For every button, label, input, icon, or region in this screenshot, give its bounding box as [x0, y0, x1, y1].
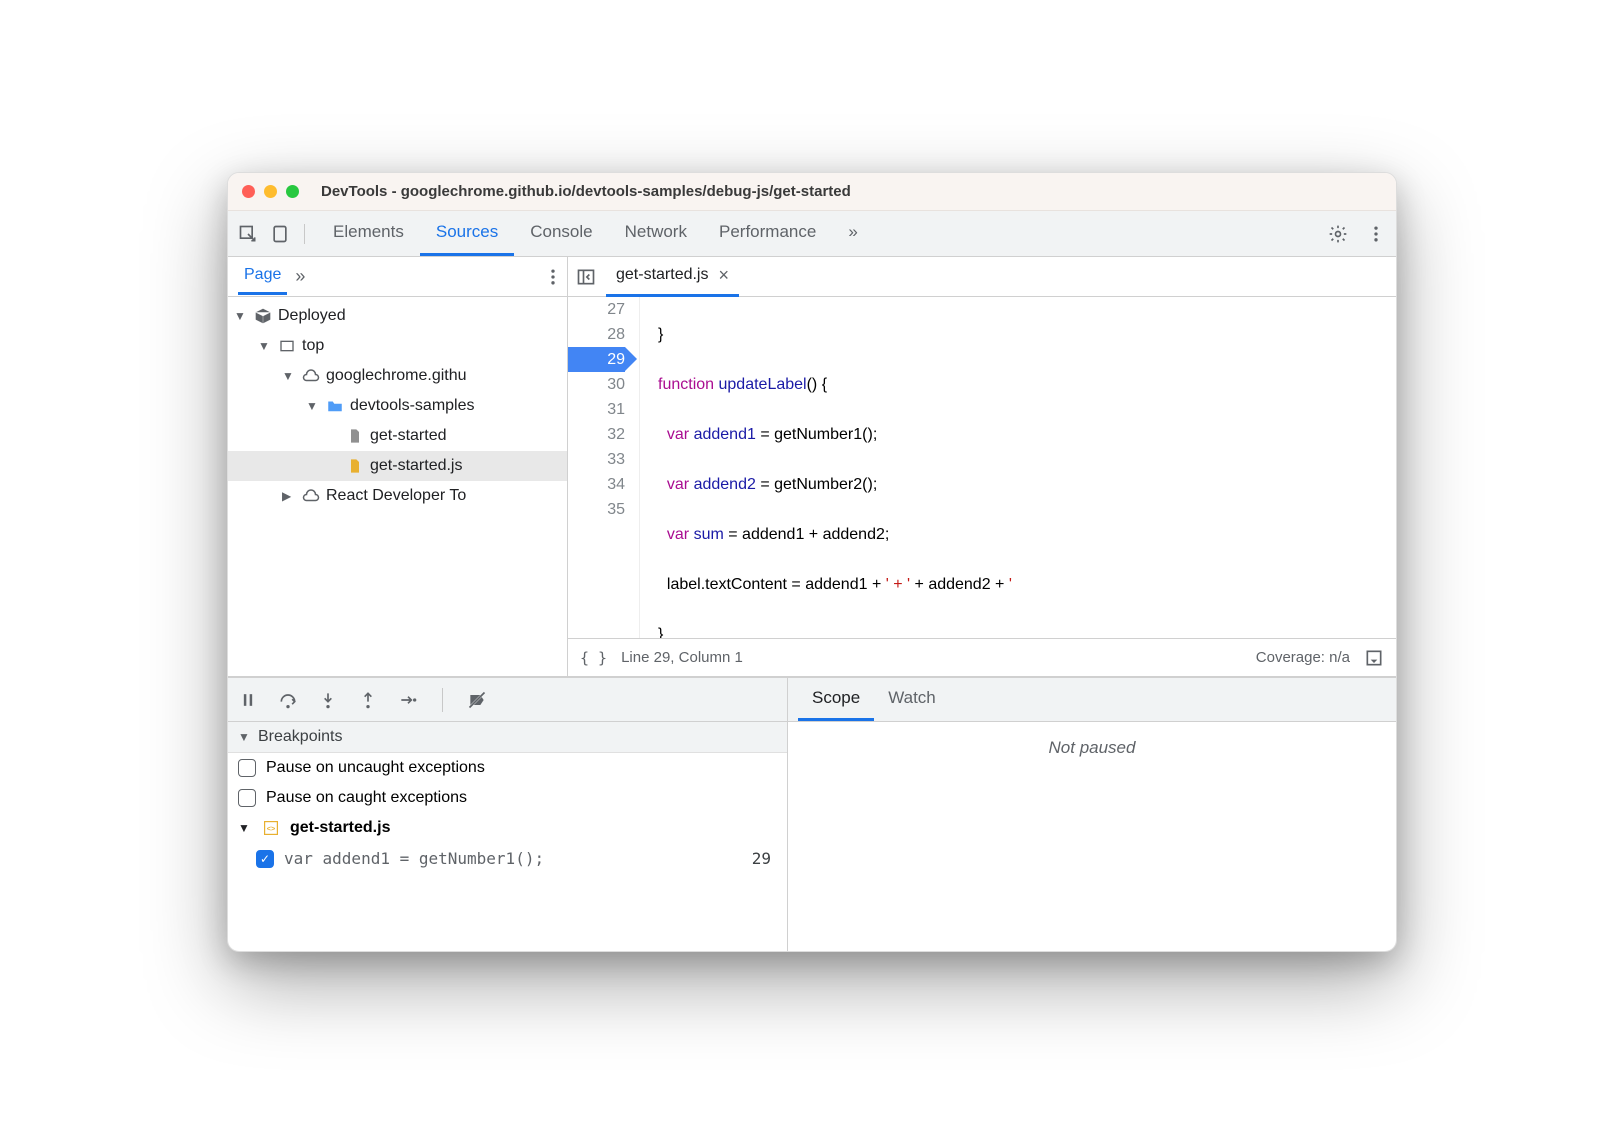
scope-status: Not paused [788, 722, 1396, 951]
step-out-icon[interactable] [358, 690, 378, 710]
navigator-sidebar: Page » ▼Deployed ▼top ▼googlechrome.gith… [228, 257, 568, 676]
inspect-element-icon[interactable] [238, 224, 258, 244]
tab-network[interactable]: Network [609, 211, 703, 256]
folder-icon [326, 397, 344, 415]
execution-line-marker[interactable]: 29 [568, 347, 625, 372]
close-window-button[interactable] [242, 185, 255, 198]
editor-tab-label: get-started.js [616, 266, 708, 284]
tab-console[interactable]: Console [514, 211, 608, 256]
editor-panel: get-started.js × 27 28 29 30 31 32 33 34 [568, 257, 1396, 676]
tree-top[interactable]: ▼top [228, 331, 567, 361]
cursor-position: Line 29, Column 1 [621, 649, 743, 666]
tree-deployed[interactable]: ▼Deployed [228, 301, 567, 331]
step-icon[interactable] [398, 690, 418, 710]
breakpoint-file-row[interactable]: ▼ <> get-started.js [228, 813, 787, 843]
cube-icon [254, 307, 272, 325]
tree-file-html[interactable]: get-started [228, 421, 567, 451]
gear-icon[interactable] [1328, 224, 1348, 244]
file-tree: ▼Deployed ▼top ▼googlechrome.githu ▼devt… [228, 297, 567, 676]
tab-elements[interactable]: Elements [317, 211, 420, 256]
kebab-menu-icon[interactable] [1366, 224, 1386, 244]
device-toolbar-icon[interactable] [270, 224, 290, 244]
breakpoint-entry[interactable]: ✓ var addend1 = getNumber1(); 29 [228, 843, 787, 874]
breakpoint-lineno: 29 [752, 849, 777, 868]
window-title: DevTools - googlechrome.github.io/devtoo… [321, 183, 851, 200]
breakpoint-checkbox[interactable]: ✓ [256, 850, 274, 868]
tree-file-js[interactable]: get-started.js [228, 451, 567, 481]
debugger-panel: ▼Breakpoints Pause on uncaught exception… [228, 677, 1396, 951]
minimize-window-button[interactable] [264, 185, 277, 198]
tree-react-ext[interactable]: ▶React Developer To [228, 481, 567, 511]
navigator-tab-page[interactable]: Page [238, 258, 287, 295]
debugger-controls [228, 678, 787, 722]
breakpoints-header[interactable]: ▼Breakpoints [228, 722, 787, 753]
traffic-lights [242, 185, 299, 198]
tab-performance[interactable]: Performance [703, 211, 832, 256]
script-icon: <> [262, 819, 280, 837]
zoom-window-button[interactable] [286, 185, 299, 198]
main-toolbar: Elements Sources Console Network Perform… [228, 211, 1396, 257]
document-icon [346, 427, 364, 445]
cloud-icon [302, 367, 320, 385]
svg-text:<>: <> [267, 824, 275, 833]
step-into-icon[interactable] [318, 690, 338, 710]
expand-bottom-icon[interactable] [1364, 648, 1384, 668]
cloud-icon [302, 487, 320, 505]
tab-sources[interactable]: Sources [420, 211, 514, 256]
code-editor[interactable]: 27 28 29 30 31 32 33 34 35 } function up… [568, 297, 1396, 638]
tabs-overflow[interactable]: » [832, 211, 873, 256]
devtools-window: DevTools - googlechrome.github.io/devtoo… [227, 172, 1397, 952]
script-icon [346, 457, 364, 475]
tree-origin[interactable]: ▼googlechrome.githu [228, 361, 567, 391]
frame-icon [278, 337, 296, 355]
deactivate-breakpoints-icon[interactable] [467, 690, 487, 710]
titlebar: DevTools - googlechrome.github.io/devtoo… [228, 173, 1396, 211]
pause-resume-icon[interactable] [238, 690, 258, 710]
pretty-print-icon[interactable]: { } [580, 649, 607, 667]
step-over-icon[interactable] [278, 690, 298, 710]
pause-caught-row[interactable]: Pause on caught exceptions [228, 783, 787, 813]
checkbox-uncaught[interactable] [238, 759, 256, 777]
editor-tab[interactable]: get-started.js × [606, 257, 739, 297]
line-gutter[interactable]: 27 28 29 30 31 32 33 34 35 [568, 297, 640, 638]
toggle-navigator-icon[interactable] [576, 267, 596, 287]
close-tab-icon[interactable]: × [718, 265, 729, 286]
navigator-tabs-overflow[interactable]: » [287, 266, 313, 287]
pause-uncaught-row[interactable]: Pause on uncaught exceptions [228, 753, 787, 783]
tab-scope[interactable]: Scope [798, 678, 874, 721]
checkbox-caught[interactable] [238, 789, 256, 807]
kebab-menu-icon[interactable] [543, 267, 563, 287]
coverage-label: Coverage: n/a [1256, 649, 1350, 666]
code-content[interactable]: } function updateLabel() { var addend1 =… [640, 297, 1396, 638]
tab-watch[interactable]: Watch [874, 678, 950, 721]
tree-folder[interactable]: ▼devtools-samples [228, 391, 567, 421]
editor-statusbar: { } Line 29, Column 1 Coverage: n/a [568, 638, 1396, 676]
